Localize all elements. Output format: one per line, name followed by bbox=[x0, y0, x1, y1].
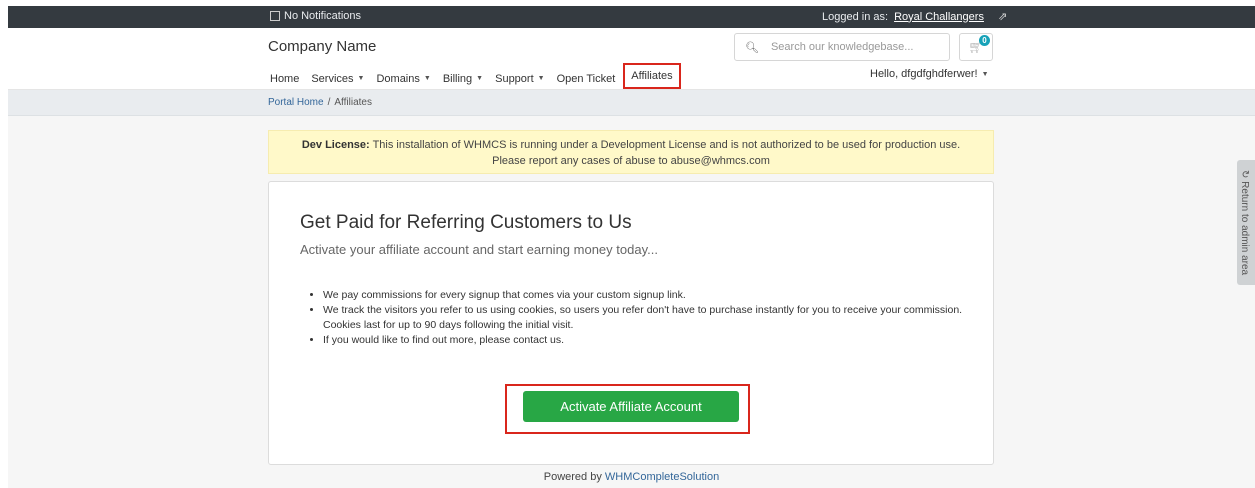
top-notification-bar: No Notifications Logged in as: Royal Cha… bbox=[8, 6, 1255, 28]
nav-open-ticket-label: Open Ticket bbox=[556, 72, 616, 85]
logged-in-info: Logged in as: Royal Challangers ⇗ bbox=[822, 10, 1007, 24]
dev-license-label: Dev License: bbox=[301, 139, 370, 151]
caret-down-icon: ▼ bbox=[357, 75, 365, 82]
nav-billing[interactable]: Billing ▼ bbox=[443, 68, 483, 89]
affiliate-card: Get Paid for Referring Customers to Us A… bbox=[268, 181, 994, 465]
powered-by-label: Powered by bbox=[543, 471, 602, 483]
brand-logo[interactable]: Company Name bbox=[268, 38, 376, 55]
affiliate-benefits-list: We pay commissions for every signup that… bbox=[323, 288, 973, 348]
nav-affiliates-label: Affiliates bbox=[631, 70, 673, 82]
caret-down-icon: ▼ bbox=[981, 70, 989, 78]
nav-domains[interactable]: Domains ▼ bbox=[376, 68, 430, 89]
flag-icon bbox=[270, 11, 280, 21]
exit-icon[interactable]: ⇗ bbox=[998, 10, 1007, 23]
dev-license-alert: Dev License: This installation of WHMCS … bbox=[268, 130, 994, 174]
return-to-admin-tab[interactable]: ↻ Return to admin area bbox=[1237, 160, 1255, 285]
nav-support-label: Support bbox=[495, 72, 534, 85]
nav-services-label: Services bbox=[311, 72, 354, 85]
nav-affiliates[interactable]: Affiliates bbox=[623, 63, 681, 89]
nav-home[interactable]: Home bbox=[270, 68, 299, 89]
nav-support[interactable]: Support ▼ bbox=[495, 68, 544, 89]
caret-down-icon: ▼ bbox=[423, 75, 431, 82]
page-subtitle: Activate your affiliate account and star… bbox=[300, 242, 658, 257]
return-to-admin-label: ↻ Return to admin area bbox=[1239, 170, 1250, 275]
footer: Powered by WHMCompleteSolution bbox=[8, 471, 1255, 483]
hello-label: Hello, dfgdfghdferwer! bbox=[870, 68, 978, 80]
logged-in-user-link[interactable]: Royal Challangers bbox=[894, 11, 984, 23]
breadcrumb-home-link[interactable]: Portal Home bbox=[268, 97, 324, 108]
return-to-admin-text: Return to admin area bbox=[1239, 181, 1250, 276]
account-menu[interactable]: Hello, dfgdfghdferwer! ▼ bbox=[870, 68, 989, 80]
nav-open-ticket[interactable]: Open Ticket bbox=[557, 68, 616, 89]
cart-count-badge: 0 bbox=[979, 35, 990, 46]
breadcrumb-current: Affiliates bbox=[334, 97, 372, 108]
page-title: Get Paid for Referring Customers to Us bbox=[300, 212, 632, 233]
caret-down-icon: ▼ bbox=[476, 75, 484, 82]
whmcs-link[interactable]: WHMCompleteSolution bbox=[605, 471, 719, 483]
breadcrumb-separator: / bbox=[327, 97, 331, 108]
search-placeholder: Search our knowledgebase... bbox=[770, 41, 914, 53]
cart-button[interactable]: 🛒︎ 0 bbox=[959, 33, 993, 61]
dev-license-line2: Please report any cases of abuse to abus… bbox=[492, 155, 770, 167]
main-content: Dev License: This installation of WHMCS … bbox=[8, 116, 1255, 488]
notifications-link[interactable]: No Notifications bbox=[270, 10, 361, 22]
search-input[interactable]: 🔍︎ Search our knowledgebase... bbox=[734, 33, 950, 61]
breadcrumb: Portal Home / Affiliates bbox=[268, 97, 372, 108]
list-item: We pay commissions for every signup that… bbox=[323, 288, 973, 303]
notifications-label: No Notifications bbox=[284, 10, 362, 22]
dev-license-line1: This installation of WHMCS is running un… bbox=[372, 139, 961, 151]
nav-home-label: Home bbox=[270, 72, 300, 85]
activate-affiliate-button[interactable]: Activate Affiliate Account bbox=[523, 391, 739, 422]
search-icon: 🔍︎ bbox=[745, 41, 759, 54]
breadcrumb-bar: Portal Home / Affiliates bbox=[8, 90, 1255, 116]
main-nav: Home Services ▼ Domains ▼ Billing ▼ Support… bbox=[270, 63, 693, 89]
refresh-icon: ↻ bbox=[1239, 170, 1250, 179]
list-item: If you would like to find out more, plea… bbox=[323, 333, 973, 348]
logged-in-label: Logged in as: bbox=[822, 10, 889, 23]
header: Company Name 🔍︎ Search our knowledgebase… bbox=[8, 28, 1255, 90]
list-item: We track the visitors you refer to us us… bbox=[323, 303, 973, 333]
nav-billing-label: Billing bbox=[442, 72, 473, 85]
caret-down-icon: ▼ bbox=[537, 75, 545, 82]
nav-services[interactable]: Services ▼ bbox=[311, 68, 364, 89]
nav-domains-label: Domains bbox=[376, 72, 420, 85]
